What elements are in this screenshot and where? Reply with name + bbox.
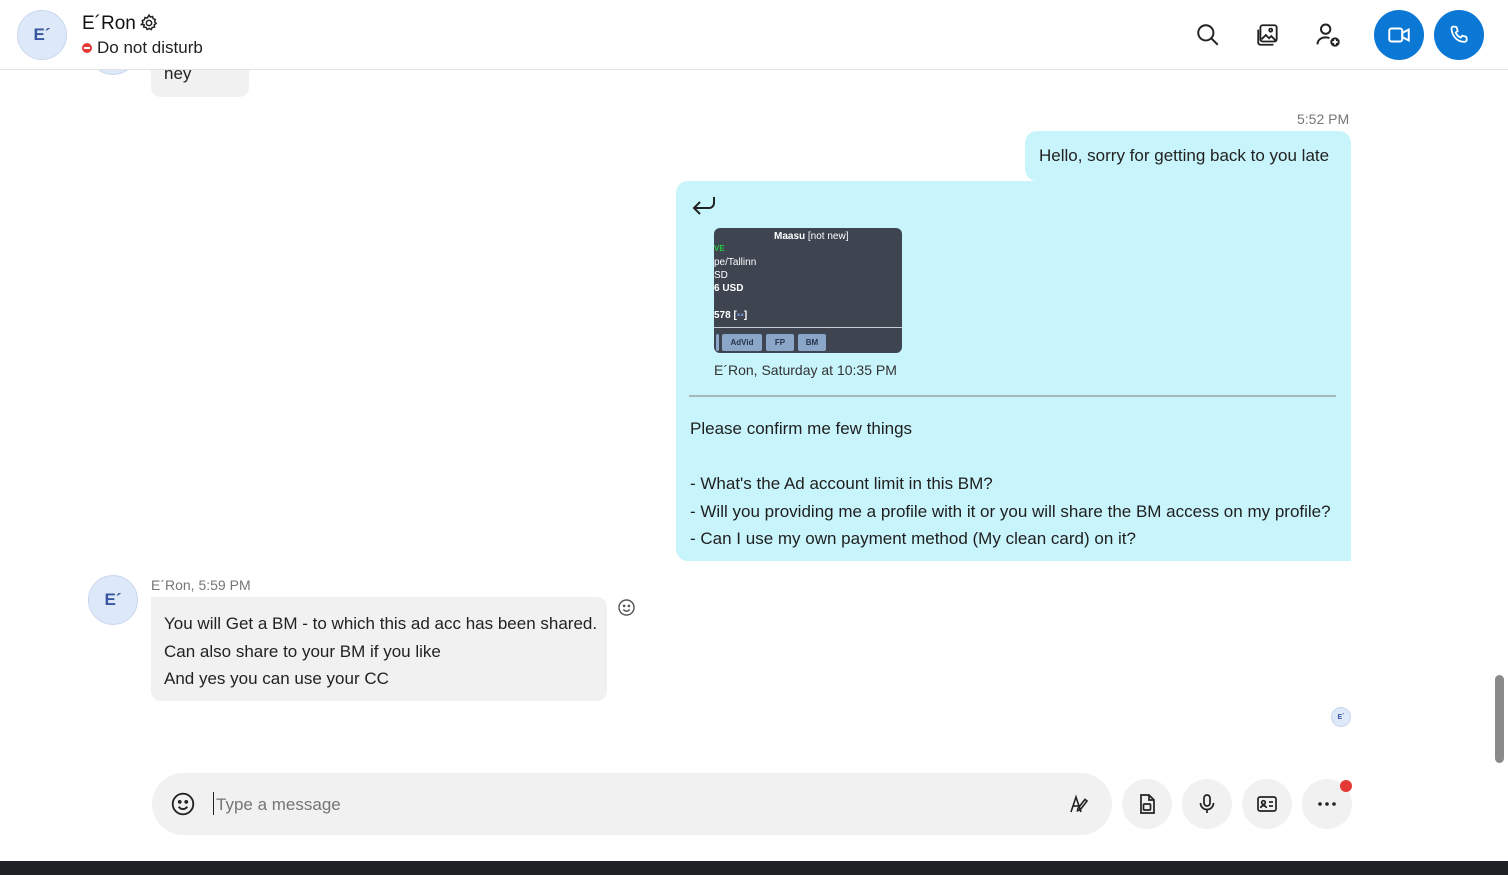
contact-name[interactable]: E´Ron bbox=[82, 13, 136, 35]
share-file-button[interactable] bbox=[1122, 779, 1172, 829]
search-button[interactable] bbox=[1186, 13, 1230, 57]
audio-call-button[interactable] bbox=[1434, 10, 1484, 60]
add-people-button[interactable] bbox=[1306, 13, 1350, 57]
thumb-divider bbox=[714, 327, 902, 328]
thumb-line: SD bbox=[714, 270, 728, 281]
thumb-button: BM bbox=[798, 334, 826, 351]
video-call-button[interactable] bbox=[1374, 10, 1424, 60]
message-line: Can also share to your BM if you like bbox=[164, 641, 441, 661]
audio-call-icon bbox=[1450, 25, 1468, 43]
search-icon bbox=[1197, 24, 1219, 46]
message-line: - Will you providing me a profile with i… bbox=[690, 501, 1331, 521]
thumb-title-note: [not new] bbox=[807, 231, 849, 242]
thumb-title: Maasu bbox=[774, 231, 806, 242]
react-emoji-icon[interactable] bbox=[617, 598, 636, 617]
read-receipt-avatar: E´ bbox=[1331, 707, 1351, 727]
file-image-icon bbox=[1140, 794, 1155, 814]
status-text: Do not disturb bbox=[97, 38, 203, 57]
add-person-icon bbox=[1316, 23, 1340, 47]
contact-avatar[interactable]: E´ bbox=[17, 10, 67, 60]
taskbar-strip bbox=[0, 861, 1508, 875]
quote-caption: E´Ron, Saturday at 10:35 PM bbox=[714, 362, 897, 378]
voice-message-button[interactable] bbox=[1182, 779, 1232, 829]
message-line: And yes you can use your CC bbox=[164, 669, 389, 688]
gallery-icon bbox=[1257, 24, 1278, 46]
sender-avatar[interactable]: E´ bbox=[88, 575, 138, 625]
microphone-icon bbox=[1199, 794, 1215, 813]
quoted-image-thumbnail[interactable]: Maasu [not new] VE pe/Tallinn SD 6 USD 5… bbox=[714, 228, 902, 353]
message-text: Hello, sorry for getting back to you lat… bbox=[1039, 146, 1330, 165]
message-line: - What's the Ad account limit in this BM… bbox=[690, 474, 993, 493]
message-line: You will Get a BM - to which this ad acc… bbox=[164, 614, 598, 633]
thumb-button: AdVid bbox=[722, 334, 762, 351]
message-bubble-incoming[interactable]: You will Get a BM - to which this ad acc… bbox=[151, 597, 607, 701]
message-bubble-outgoing[interactable]: Hello, sorry for getting back to you lat… bbox=[1025, 131, 1351, 181]
reply-arrow-icon bbox=[692, 197, 715, 215]
message-timestamp: 5:52 PM bbox=[1297, 111, 1350, 127]
thumb-button bbox=[716, 334, 719, 351]
thumb-line: 578 [ bbox=[714, 310, 737, 321]
gallery-button[interactable] bbox=[1246, 13, 1290, 57]
scrollbar-thumb[interactable] bbox=[1495, 675, 1504, 763]
reply-text: Please confirm me few things - What's th… bbox=[690, 415, 1331, 553]
thumb-button: FP bbox=[766, 334, 794, 351]
format-text-icon[interactable] bbox=[1067, 792, 1091, 816]
do-not-disturb-icon bbox=[82, 43, 92, 53]
thumb-line: 6 USD bbox=[714, 283, 744, 294]
thumb-line: pe/Tallinn bbox=[714, 257, 757, 268]
contact-card-icon bbox=[1257, 796, 1277, 812]
more-dots-icon bbox=[1318, 802, 1336, 806]
message-line: Please confirm me few things bbox=[690, 419, 913, 438]
message-composer bbox=[152, 773, 1112, 835]
gear-icon[interactable] bbox=[139, 13, 159, 33]
sender-and-time: E´Ron, 5:59 PM bbox=[151, 577, 251, 593]
quote-divider bbox=[689, 395, 1336, 397]
notification-dot bbox=[1340, 780, 1352, 792]
share-contact-button[interactable] bbox=[1242, 779, 1292, 829]
thumb-line: VE bbox=[714, 244, 725, 253]
chat-header: E´ E´Ron Do not disturb bbox=[0, 0, 1508, 70]
message-input[interactable] bbox=[214, 789, 1038, 821]
presence-status: Do not disturb bbox=[82, 38, 203, 58]
message-line: - Can I use my own payment method (My cl… bbox=[690, 529, 1136, 548]
emoji-icon[interactable] bbox=[170, 791, 196, 817]
video-call-icon bbox=[1388, 27, 1410, 43]
